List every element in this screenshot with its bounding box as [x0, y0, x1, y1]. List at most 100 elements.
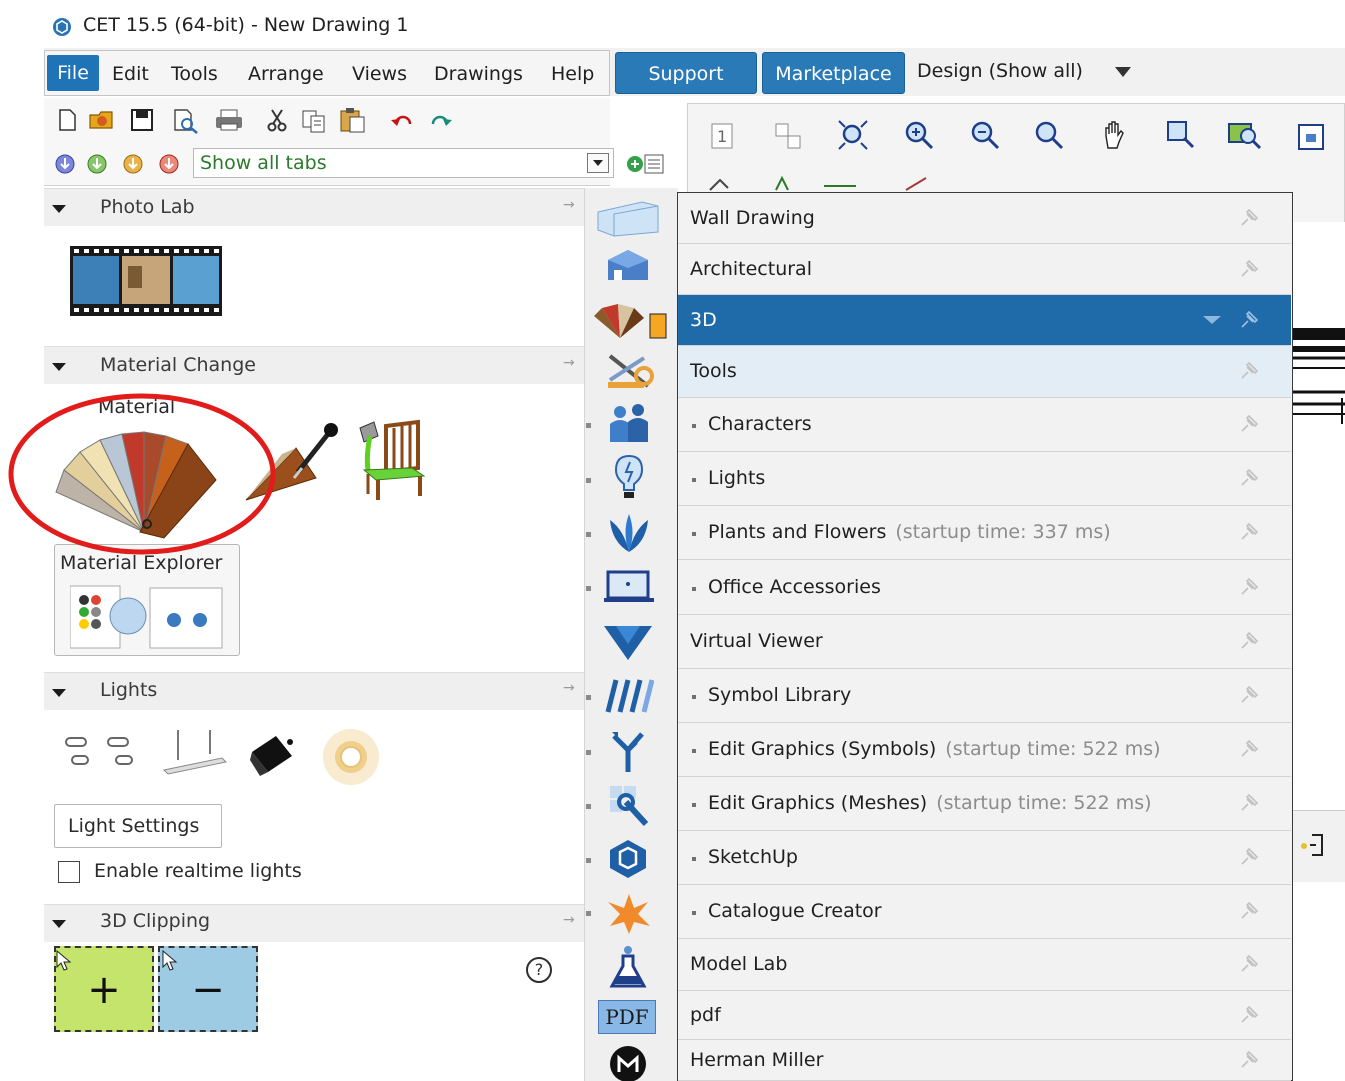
catalogue-creator-tab-icon[interactable]: [606, 892, 652, 936]
undo-icon[interactable]: [390, 112, 416, 130]
pin-icon[interactable]: [1238, 574, 1262, 598]
print-preview-icon[interactable]: [172, 108, 200, 134]
virtual-viewer-tab-icon[interactable]: [602, 622, 654, 662]
office-accessories-tab-icon[interactable]: [602, 568, 656, 606]
pin-icon[interactable]: [1238, 898, 1262, 922]
zoom-extents-icon[interactable]: [836, 118, 870, 152]
lights-tab-icon[interactable]: [612, 454, 646, 500]
tool-row-icon[interactable]: [706, 174, 946, 194]
view-1-icon[interactable]: 1: [708, 120, 742, 154]
extension-item[interactable]: Symbol Library: [678, 669, 1291, 723]
sketchup-tab-icon[interactable]: [606, 838, 650, 880]
plants-tab-icon[interactable]: [604, 512, 654, 554]
open-folder-icon[interactable]: [88, 108, 116, 132]
extension-item[interactable]: Architectural: [678, 244, 1291, 295]
pin-arrow-icon[interactable]: →: [563, 197, 575, 213]
pan-hand-icon[interactable]: [1098, 118, 1132, 152]
characters-tab-icon[interactable]: [604, 402, 656, 444]
pin-icon[interactable]: [1238, 1002, 1262, 1026]
extension-item[interactable]: Catalogue Creator: [678, 885, 1291, 939]
pin-icon[interactable]: [1238, 628, 1262, 652]
zoom-in-icon[interactable]: [902, 118, 936, 152]
extension-item[interactable]: Herman Miller: [678, 1040, 1291, 1081]
frame-icon[interactable]: [1296, 122, 1326, 152]
pin-arrow-icon[interactable]: →: [563, 912, 575, 928]
collapse-triangle-icon[interactable]: [52, 689, 66, 697]
paint-bucket-chair-icon[interactable]: [346, 418, 440, 502]
architectural-tab-icon[interactable]: [604, 246, 652, 286]
chevron-down-icon[interactable]: [1202, 315, 1222, 325]
redo-icon[interactable]: [427, 112, 453, 130]
model-lab-tab-icon[interactable]: [608, 944, 648, 990]
tools-tab-icon[interactable]: [604, 352, 658, 392]
pin-icon[interactable]: [1238, 682, 1262, 706]
support-button[interactable]: Support: [615, 52, 757, 94]
menu-drawings[interactable]: Drawings: [434, 62, 523, 88]
spotlight-black-icon[interactable]: [246, 730, 300, 780]
extension-item[interactable]: Model Lab: [678, 939, 1291, 991]
arrow-down-red-icon[interactable]: [158, 153, 180, 175]
chevron-down-icon[interactable]: [587, 153, 609, 173]
marketplace-button[interactable]: Marketplace: [762, 52, 905, 94]
copy-icon[interactable]: [300, 108, 328, 134]
pdf-tab-icon[interactable]: PDF: [598, 1000, 656, 1034]
pin-icon[interactable]: [1238, 951, 1262, 975]
help-icon[interactable]: ?: [526, 957, 552, 983]
zoom-previous-icon[interactable]: [1164, 118, 1198, 152]
pin-icon[interactable]: [1238, 1047, 1262, 1071]
collapse-triangle-icon[interactable]: [52, 920, 66, 928]
pin-arrow-icon[interactable]: →: [563, 355, 575, 371]
pin-icon[interactable]: [1238, 411, 1262, 435]
extension-item[interactable]: Characters: [678, 398, 1291, 452]
arrow-up-circle-icon[interactable]: [54, 153, 76, 175]
extension-item[interactable]: pdf: [678, 991, 1291, 1040]
extension-item[interactable]: Edit Graphics (Symbols) (startup time: 52…: [678, 723, 1291, 777]
cut-icon[interactable]: [266, 108, 288, 132]
menu-views[interactable]: Views: [352, 62, 407, 88]
paste-icon[interactable]: [338, 106, 368, 134]
pin-icon[interactable]: [1238, 205, 1262, 229]
extension-item[interactable]: Tools: [678, 346, 1291, 398]
pin-icon[interactable]: [1238, 358, 1262, 382]
extension-item[interactable]: Virtual Viewer: [678, 615, 1291, 669]
edit-graphics-meshes-tab-icon[interactable]: [606, 782, 652, 828]
pin-icon[interactable]: [1238, 465, 1262, 489]
chevron-down-icon[interactable]: [1114, 66, 1132, 78]
design-mode-label[interactable]: Design (Show all): [917, 60, 1083, 82]
zoom-out-icon[interactable]: [968, 118, 1002, 152]
extension-item[interactable]: Office Accessories: [678, 560, 1291, 615]
3d-tab-icon[interactable]: [590, 302, 672, 342]
menu-arrange[interactable]: Arrange: [248, 62, 324, 88]
pin-icon[interactable]: [1238, 844, 1262, 868]
zoom-all-icon[interactable]: [1226, 118, 1264, 152]
linear-light-icon[interactable]: [162, 726, 228, 776]
menu-file[interactable]: File: [47, 55, 99, 91]
extension-item[interactable]: Plants and Flowers (startup time: 337 ms): [678, 506, 1291, 560]
photo-filmstrip-icon[interactable]: [70, 246, 222, 316]
extension-item[interactable]: Lights: [678, 452, 1291, 506]
edit-graphics-symbols-tab-icon[interactable]: [606, 728, 650, 774]
menu-tools[interactable]: Tools: [171, 62, 218, 88]
print-icon[interactable]: [214, 108, 244, 132]
new-file-icon[interactable]: [56, 108, 78, 132]
extension-item[interactable]: 3D: [678, 295, 1291, 346]
wall-drawing-tab-icon[interactable]: [596, 198, 660, 238]
add-tab-icon[interactable]: [625, 151, 665, 177]
extension-item[interactable]: SketchUp: [678, 831, 1291, 885]
realtime-lights-checkbox[interactable]: [58, 861, 80, 883]
exit-icon[interactable]: [1298, 832, 1328, 858]
zoom-window-icon[interactable]: [1032, 118, 1066, 152]
collapse-triangle-icon[interactable]: [52, 205, 66, 213]
view-2-icon[interactable]: [772, 120, 806, 154]
collapse-triangle-icon[interactable]: [52, 363, 66, 371]
herman-miller-tab-icon[interactable]: [608, 1044, 648, 1081]
arrow-down-green-icon[interactable]: [86, 153, 108, 175]
menu-help[interactable]: Help: [551, 62, 594, 88]
save-icon[interactable]: [130, 108, 154, 132]
extension-item[interactable]: Edit Graphics (Meshes) (startup time: 522…: [678, 777, 1291, 831]
symbol-library-tab-icon[interactable]: [602, 676, 654, 716]
pin-icon[interactable]: [1238, 519, 1262, 543]
pin-arrow-icon[interactable]: →: [563, 680, 575, 696]
pin-icon[interactable]: [1238, 790, 1262, 814]
glow-light-icon[interactable]: [320, 728, 382, 786]
